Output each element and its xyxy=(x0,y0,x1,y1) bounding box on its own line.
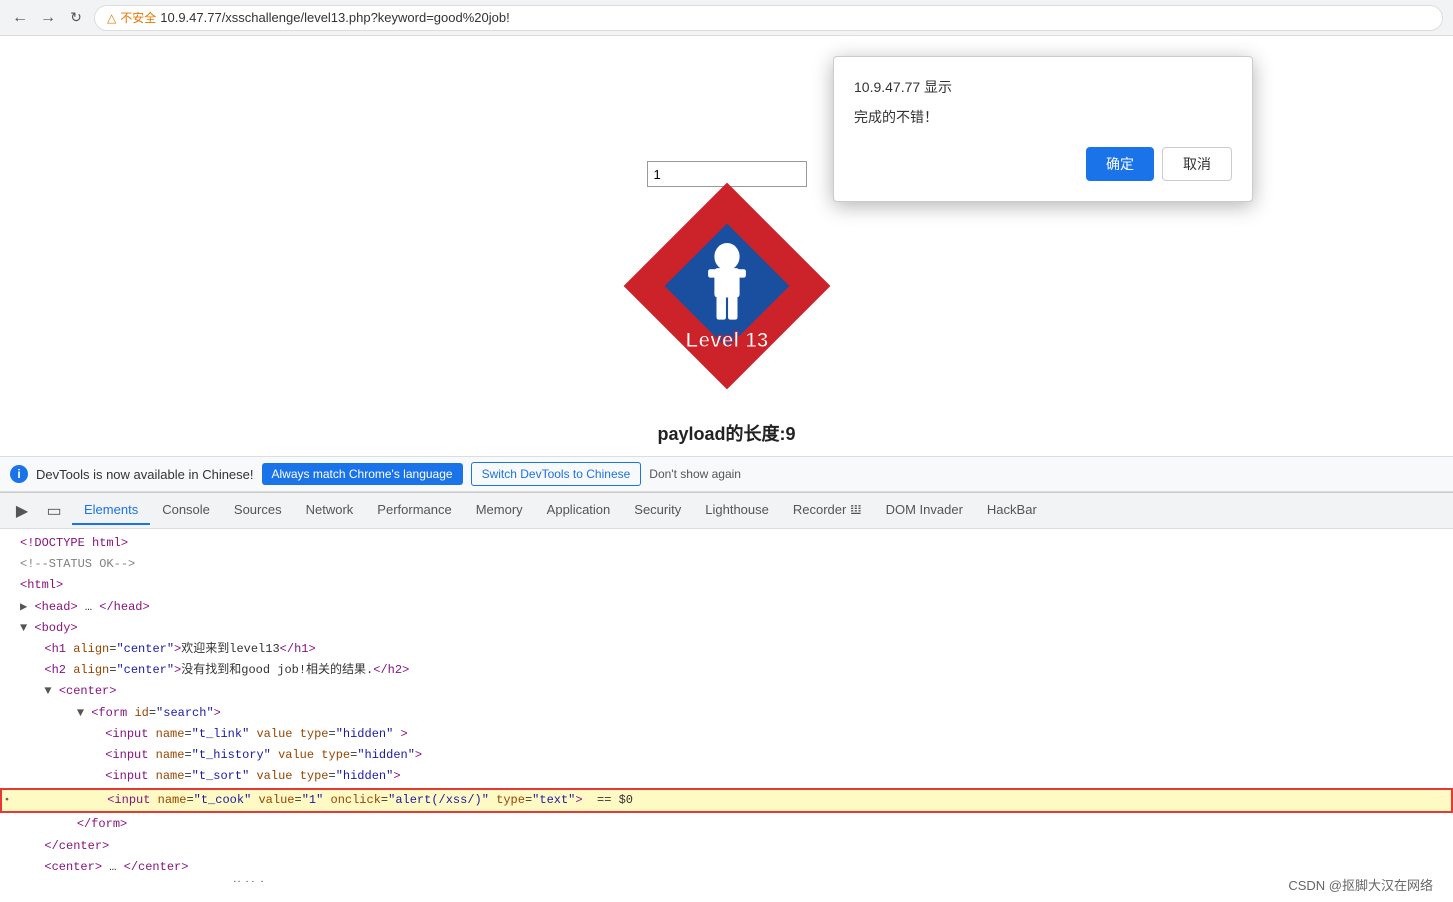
devtools-panel: ▶ ▭ Elements Console Sources Network Per… xyxy=(0,492,1453,882)
footer-text: CSDN @抠脚大汉在网络 xyxy=(1288,878,1433,893)
code-line: <html> xyxy=(0,575,1453,596)
tab-hackbar[interactable]: HackBar xyxy=(975,496,1049,525)
code-line: <h2 align="center">没有找到和good job!相关的结果.<… xyxy=(0,660,1453,681)
code-line: <center> … </center> xyxy=(0,857,1453,878)
highlighted-input-line[interactable]: • <input name="t_cook" value="1" onclick… xyxy=(0,788,1453,813)
code-line: <h1 align="center">欢迎来到level13</h1> xyxy=(0,639,1453,660)
code-line: <!--STATUS OK--> xyxy=(0,554,1453,575)
code-line: <input name="t_link" value type="hidden"… xyxy=(0,724,1453,745)
browser-bar: ← → ↻ △ 不安全 10.9.47.77/xsschallenge/leve… xyxy=(0,0,1453,36)
alert-message: 完成的不错！ xyxy=(854,107,1232,127)
tab-console[interactable]: Console xyxy=(150,496,222,525)
code-line: </center> xyxy=(0,836,1453,857)
reload-button[interactable]: ↻ xyxy=(66,8,86,28)
code-line: <input name="t_sort" value type="hidden"… xyxy=(0,766,1453,787)
dont-show-again-link[interactable]: Don't show again xyxy=(649,467,741,481)
payload-text: payload的长度:9 xyxy=(657,420,795,446)
alert-origin: 10.9.47.77 显示 xyxy=(854,77,1232,97)
confirm-button[interactable]: 确定 xyxy=(1086,147,1154,181)
info-icon: i xyxy=(10,465,28,483)
tab-security[interactable]: Security xyxy=(622,496,693,525)
code-line: ▶ <head> … </head> xyxy=(0,597,1453,618)
code-line: <input name="t_history" value type="hidd… xyxy=(0,745,1453,766)
tab-sources[interactable]: Sources xyxy=(222,496,294,525)
alert-dialog: 10.9.47.77 显示 完成的不错！ 确定 取消 xyxy=(833,56,1253,202)
match-language-button[interactable]: Always match Chrome's language xyxy=(262,463,463,485)
url-text: 10.9.47.77/xsschallenge/level13.php?keyw… xyxy=(160,10,509,25)
svg-text:Level 13: Level 13 xyxy=(685,329,768,352)
code-line: <h3 align="center">payload的长度:9</h3> xyxy=(0,878,1453,882)
switch-chinese-button[interactable]: Switch DevTools to Chinese xyxy=(471,462,642,486)
code-line: ▼ <body> xyxy=(0,618,1453,639)
devtools-notification: i DevTools is now available in Chinese! … xyxy=(0,456,1453,492)
tab-network[interactable]: Network xyxy=(294,496,366,525)
back-button[interactable]: ← xyxy=(10,8,30,28)
tab-recorder[interactable]: Recorder 𝍔 xyxy=(781,496,874,526)
tab-memory[interactable]: Memory xyxy=(464,496,535,525)
code-line: ▼ <center> xyxy=(0,681,1453,702)
code-line: <!DOCTYPE html> xyxy=(0,533,1453,554)
cancel-button[interactable]: 取消 xyxy=(1162,147,1232,181)
level-badge: Level 13 xyxy=(622,181,832,391)
code-line: </form> xyxy=(0,814,1453,835)
forward-button[interactable]: → xyxy=(38,8,58,28)
security-icon: △ xyxy=(107,11,116,25)
tab-dom-invader[interactable]: DOM Invader xyxy=(874,496,975,525)
security-label: 不安全 xyxy=(120,9,156,26)
notif-text: DevTools is now available in Chinese! xyxy=(36,467,254,482)
tab-performance[interactable]: Performance xyxy=(365,496,463,525)
footer: CSDN @抠脚大汉在网络 xyxy=(1288,875,1433,894)
address-bar[interactable]: △ 不安全 10.9.47.77/xsschallenge/level13.ph… xyxy=(94,5,1443,31)
device-icon[interactable]: ▭ xyxy=(40,497,68,525)
tab-application[interactable]: Application xyxy=(535,496,623,525)
devtools-tabs: ▶ ▭ Elements Console Sources Network Per… xyxy=(0,493,1453,529)
page-content: 10.9.47.77 显示 完成的不错！ 确定 取消 xyxy=(0,36,1453,456)
devtools-code-content: <!DOCTYPE html> <!--STATUS OK--> <html> … xyxy=(0,529,1453,882)
tab-lighthouse[interactable]: Lighthouse xyxy=(693,496,781,525)
alert-buttons: 确定 取消 xyxy=(854,147,1232,181)
code-line: ▼ <form id="search"> xyxy=(0,703,1453,724)
tab-elements[interactable]: Elements xyxy=(72,496,150,525)
cursor-icon[interactable]: ▶ xyxy=(8,497,36,525)
